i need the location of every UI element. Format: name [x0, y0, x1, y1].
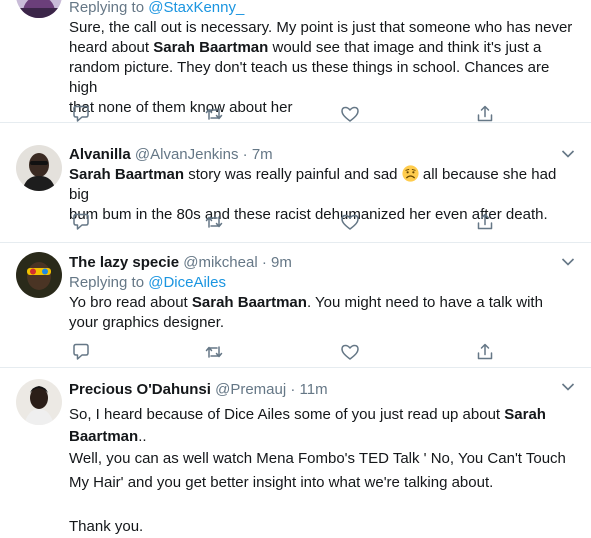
text-span: random picture. They don't teach us thes… [69, 59, 550, 96]
chevron-down-icon[interactable] [561, 149, 575, 159]
timestamp[interactable]: · 9m [262, 254, 292, 271]
tweet-1[interactable]: Replying to @StaxKenny_ Sure, the call o… [0, 0, 591, 123]
avatar[interactable] [16, 252, 62, 298]
text-span: Yo bro read about [69, 294, 192, 311]
avatar[interactable] [16, 379, 62, 425]
text-span: heard about [69, 39, 154, 56]
tweet-text-line: your graphics designer. [69, 313, 577, 333]
tweet-text-line: Sarah Baartman story was really painful … [69, 165, 577, 205]
text-span: Thank you. [69, 518, 144, 535]
avatar-image [16, 379, 62, 425]
replying-to-label: Replying to [69, 0, 145, 16]
text-span: story was really painful and sad [184, 166, 402, 183]
reply-icon[interactable] [71, 342, 91, 362]
tweet-text-line [69, 494, 577, 514]
reply-icon[interactable] [71, 104, 91, 124]
reply-mention-link[interactable]: @DiceAiles [148, 274, 226, 291]
reply-icon[interactable] [71, 212, 91, 232]
tweet-text-line: Baartman.. [69, 426, 577, 448]
tweet-header: Precious O'Dahunsi @Premauj · 11m [69, 380, 577, 400]
tweet-text-line: Yo bro read about Sarah Baartman. You mi… [69, 293, 577, 313]
avatar[interactable] [16, 145, 62, 191]
text-bold-span: Sarah Baartman [69, 166, 185, 183]
display-name[interactable]: The lazy specie [69, 254, 179, 271]
tweet-text: Sure, the call out is necessary. My poin… [69, 18, 577, 118]
share-icon[interactable] [475, 104, 495, 124]
like-icon[interactable] [340, 212, 360, 232]
retweet-icon[interactable] [204, 342, 224, 362]
text-span: . You might need to have a talk with [306, 294, 543, 311]
text-span: My Hair' and you get better insight into… [69, 474, 494, 491]
tweet-text-line: Well, you can as well watch Mena Fombo's… [69, 448, 577, 470]
disappointed-face-emoji [402, 165, 419, 182]
reply-mention-link[interactable]: @StaxKenny_ [148, 0, 244, 16]
handle[interactable]: @Premauj [215, 381, 286, 398]
tweet-text-line: heard about Sarah Baartman would see tha… [69, 38, 577, 58]
replying-to: Replying to @DiceAiles [69, 273, 577, 293]
tweet-text-line: Sure, the call out is necessary. My poin… [69, 18, 577, 38]
tweet-actions [69, 212, 509, 232]
avatar[interactable] [16, 0, 62, 18]
avatar-image [16, 0, 62, 18]
like-icon[interactable] [340, 342, 360, 362]
text-span: So, I heard because of Dice Ailes some o… [69, 406, 505, 423]
tweet-text-line: Thank you. [69, 516, 577, 538]
tweet-2[interactable]: Alvanilla @AlvanJenkins · 7m Sarah Baart… [0, 123, 591, 243]
share-icon[interactable] [475, 342, 495, 362]
avatar-image [16, 252, 62, 298]
tweet-3[interactable]: The lazy specie @mikcheal · 9m Replying … [0, 243, 591, 368]
retweet-icon[interactable] [204, 212, 224, 232]
tweet-header: The lazy specie @mikcheal · 9m [69, 253, 577, 273]
display-name[interactable]: Precious O'Dahunsi [69, 381, 211, 398]
tweet-text-line: random picture. They don't teach us thes… [69, 58, 577, 98]
tweet-text: Yo bro read about Sarah Baartman. You mi… [69, 293, 577, 333]
handle[interactable]: @mikcheal [183, 254, 257, 271]
tweet-actions [69, 104, 509, 124]
text-span: Sure, the call out is necessary. My poin… [69, 19, 573, 36]
retweet-icon[interactable] [204, 104, 224, 124]
tweet-header: Alvanilla @AlvanJenkins · 7m [69, 145, 577, 165]
text-bold-span: Sarah Baartman [191, 294, 307, 311]
text-bold-span: Sarah [504, 406, 546, 423]
text-span: .. [138, 428, 147, 445]
chevron-down-icon[interactable] [561, 257, 575, 267]
display-name[interactable]: Alvanilla [69, 146, 131, 163]
text-span: Well, you can as well watch Mena Fombo's… [69, 450, 566, 467]
timestamp[interactable]: · 11m [290, 381, 327, 398]
share-icon[interactable] [475, 212, 495, 232]
like-icon[interactable] [340, 104, 360, 124]
text-span: your graphics designer. [69, 314, 225, 331]
text-bold-span: Baartman [69, 428, 139, 445]
avatar-image [16, 145, 62, 191]
timestamp[interactable]: · 7m [243, 146, 273, 163]
chevron-down-icon[interactable] [561, 382, 575, 392]
replying-to-label: Replying to [69, 274, 145, 291]
tweet-text-line: So, I heard because of Dice Ailes some o… [69, 404, 577, 426]
tweet-4[interactable]: Precious O'Dahunsi @Premauj · 11m So, I … [0, 368, 591, 535]
replying-to: Replying to @StaxKenny_ [69, 0, 577, 18]
tweet-actions [69, 342, 509, 362]
text-bold-span: Sarah Baartman [153, 39, 269, 56]
tweet-text-line: My Hair' and you get better insight into… [69, 472, 577, 494]
handle[interactable]: @AlvanJenkins [135, 146, 239, 163]
text-span: would see that image and think it's just… [268, 39, 542, 56]
